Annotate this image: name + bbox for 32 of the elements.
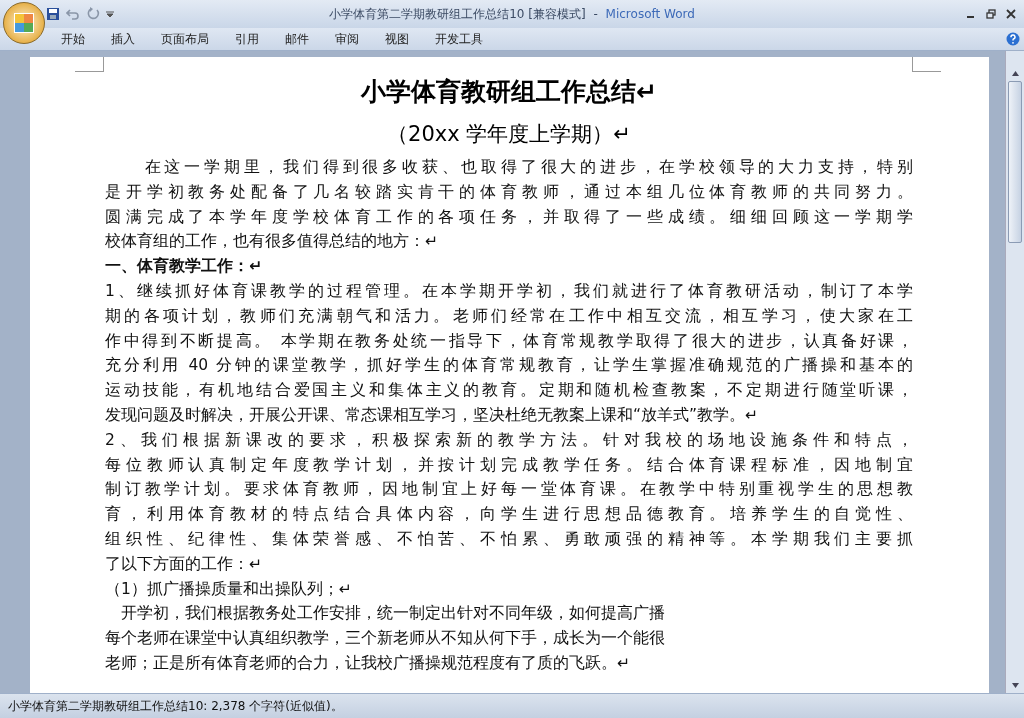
ribbon-tab[interactable]: 审阅 (324, 28, 370, 50)
scroll-up-icon[interactable] (1011, 70, 1019, 76)
body-paragraph: 1、继续抓好体育课教学的过程管理。在本学期开学初，我们就进行了体育教研活动，制订了本学 期的各项计划，教师们充满朝气和活力。老师们经常在工作中相互交流，相互学习，使大家在工 作中得到不断提高。 本学期在教务处统一指导下，体育常规教学取得了很大的进步，认真备好课， 充分利用 40 分钟的课堂教学，抓好学生的体育常规教育，让学生掌握准确规范的广播操和基本的 运动技能，有机地结合爱国主义和集体主义的教育。定期和随机检查教案，不定期进行随堂听课， 发现问题及时解决，开展公开课、常态课相互学习，坚决杜绝无教案上课和“放羊式”教学。↵ (105, 281, 913, 426)
section-heading: 一、体育教学工作：↵ (105, 256, 263, 278)
ribbon-tab[interactable]: 引用 (224, 28, 270, 50)
restore-icon[interactable] (986, 9, 996, 19)
ribbon-tab[interactable]: 开发工具 (424, 28, 494, 50)
vertical-scrollbar[interactable] (1005, 51, 1024, 693)
title-separator: - (593, 6, 598, 21)
save-icon[interactable] (46, 7, 60, 21)
scroll-thumb[interactable] (1008, 81, 1022, 243)
customize-dropdown-icon[interactable] (106, 10, 114, 18)
crop-mark (75, 57, 104, 72)
body-paragraph: 在这一学期里，我们得到很多收获、也取得了很大的进步，在学校领导的大力支持，特别 是开学初教务处配备了几名较踏实肯干的体育教师，通过本组几位体育教师的共同努力。 圆满完成了本学年度学校体育工作的各项任务，并取得了一些成绩。细细回顾这一学期学 校体育组的工作，也有很多值得总结的地方：↵ (105, 157, 913, 253)
help-icon[interactable] (1006, 32, 1020, 46)
document-subtitle: （20xx 学年度上学期）↵ (386, 121, 632, 148)
document-title: 小学体育教研组工作总结↵ (359, 76, 658, 108)
ribbon-tab[interactable]: 视图 (374, 28, 420, 50)
ribbon-tab[interactable]: 页面布局 (150, 28, 220, 50)
ribbon-tab[interactable]: 开始 (50, 28, 96, 50)
office-button[interactable] (3, 2, 45, 44)
body-paragraph: 2、我们根据新课改的要求，积极探索新的教学方法。针对我校的场地设施条件和特点， 每位教师认真制定年度教学计划，并按计划完成教学任务。结合体育课程标准，因地制宜 制订教学计划。要求体育教师，因地制宜上好每一堂体育课。在教学中特别重视学生的思想教 育，利用体育教材的特点结合具体内容，向学生进行思想品德教育。培养学生的自觉性、 组织性、纪律性、集体荣誉感、不怕苦、不怕累、勇敢顽强的精神等。本学期我们主要抓 了以下方面的工作：↵ (105, 429, 913, 575)
close-icon[interactable] (1006, 9, 1016, 19)
app-name: Microsoft Word (605, 6, 695, 21)
list-item-text: （1）抓广播操质量和出操队列；↵ (105, 578, 353, 600)
window-title: 小学体育第二学期教研组工作总结10 [兼容模式] (329, 6, 586, 21)
ribbon-tab[interactable]: 插入 (100, 28, 146, 50)
status-text: 小学体育第二学期教研组工作总结10: 2,378 个字符(近似值)。 (8, 697, 343, 715)
scroll-down-icon[interactable] (1011, 682, 1019, 688)
body-paragraph: 开学初，我们根据教务处工作安排，统一制定出针对不同年级，如何提高广播 每个老师在课堂中认真组织教学，三个新老师从不知从何下手，成长为一个能很 老师；正是所有体育老师的合力，让我校广播操规范程度有了质的飞跃。↵ (105, 603, 666, 674)
crop-mark (912, 57, 941, 72)
ribbon-tab[interactable]: 邮件 (274, 28, 320, 50)
